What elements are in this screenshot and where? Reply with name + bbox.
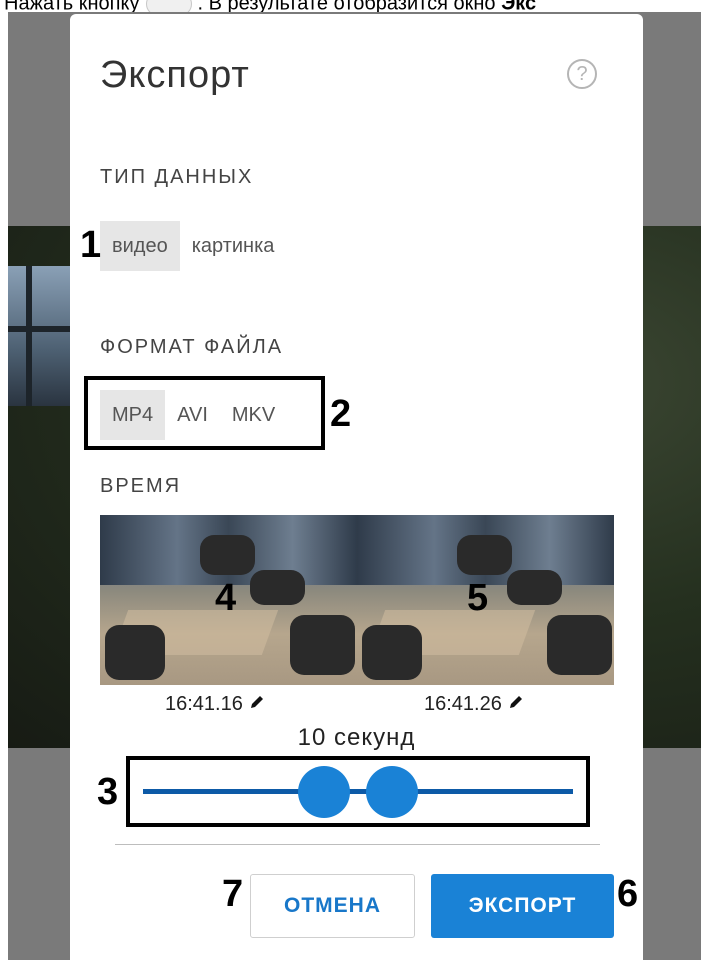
annotation-number-3: 3: [97, 771, 119, 813]
annotation-number-1: 1: [80, 224, 102, 266]
option-video[interactable]: видео: [100, 221, 180, 271]
annotation-box-format: [84, 376, 325, 450]
preview-armchair: [547, 615, 612, 675]
annotation-box-slider: [126, 756, 590, 827]
preview-armchair: [362, 625, 422, 680]
preview-armchair: [457, 535, 512, 575]
annotation-number-6: 6: [617, 873, 639, 915]
pencil-icon[interactable]: [508, 693, 524, 716]
end-frame-preview[interactable]: 5: [357, 515, 614, 685]
export-button[interactable]: ЭКСПОРТ: [431, 874, 614, 938]
file-format-label: ФОРМАТ ФАЙЛА: [100, 336, 284, 358]
duration-text: 10 секунд: [297, 724, 416, 751]
data-type-label: ТИП ДАННЫХ: [100, 166, 254, 188]
help-icon[interactable]: ?: [567, 59, 597, 89]
preview-armchair: [290, 615, 355, 675]
annotation-number-5: 5: [467, 577, 489, 619]
annotation-number-4: 4: [215, 577, 237, 619]
pencil-icon[interactable]: [249, 693, 265, 716]
option-picture[interactable]: картинка: [180, 221, 287, 271]
start-frame-preview[interactable]: 4: [100, 515, 357, 685]
end-time-value: 16:41.26: [424, 693, 502, 715]
start-time-value: 16:41.16: [165, 693, 243, 715]
preview-armchair: [200, 535, 255, 575]
cancel-button[interactable]: ОТМЕНА: [250, 874, 415, 938]
data-type-selector: видео картинка: [100, 221, 287, 271]
preview-armchair: [507, 570, 562, 605]
time-label: ВРЕМЯ: [100, 475, 182, 497]
background-window-image: [8, 266, 70, 406]
annotation-number-2: 2: [330, 393, 352, 435]
dialog-title: Экспорт: [100, 54, 250, 96]
start-time[interactable]: 16:41.16: [165, 693, 265, 716]
annotation-number-7: 7: [222, 873, 244, 915]
divider: [115, 844, 600, 845]
preview-armchair: [250, 570, 305, 605]
end-time[interactable]: 16:41.26: [424, 693, 524, 716]
preview-armchair: [105, 625, 165, 680]
